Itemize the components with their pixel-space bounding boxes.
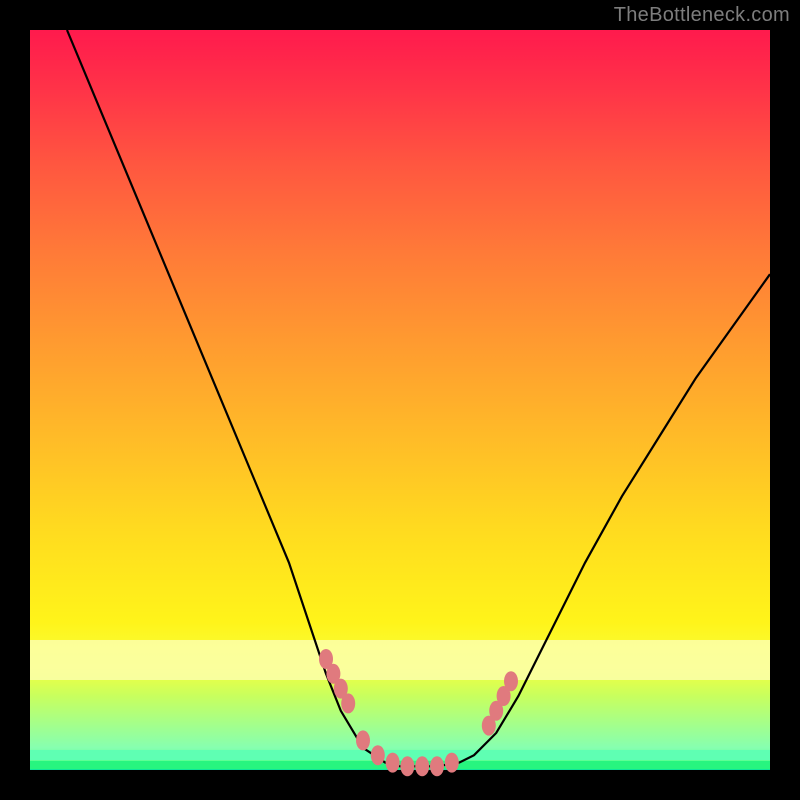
highlight-dot xyxy=(341,693,355,713)
highlight-dot xyxy=(371,745,385,765)
highlight-dot xyxy=(504,671,518,691)
highlight-dot xyxy=(356,730,370,750)
highlight-dot xyxy=(415,756,429,776)
highlight-dot xyxy=(400,756,414,776)
curve-layer xyxy=(30,30,770,770)
plot-frame xyxy=(30,30,770,770)
highlight-dot xyxy=(445,753,459,773)
highlight-dot xyxy=(386,753,400,773)
highlight-dot xyxy=(430,756,444,776)
watermark-text: TheBottleneck.com xyxy=(614,4,790,27)
highlight-dots-group xyxy=(319,649,518,776)
bottleneck-curve xyxy=(67,30,770,766)
